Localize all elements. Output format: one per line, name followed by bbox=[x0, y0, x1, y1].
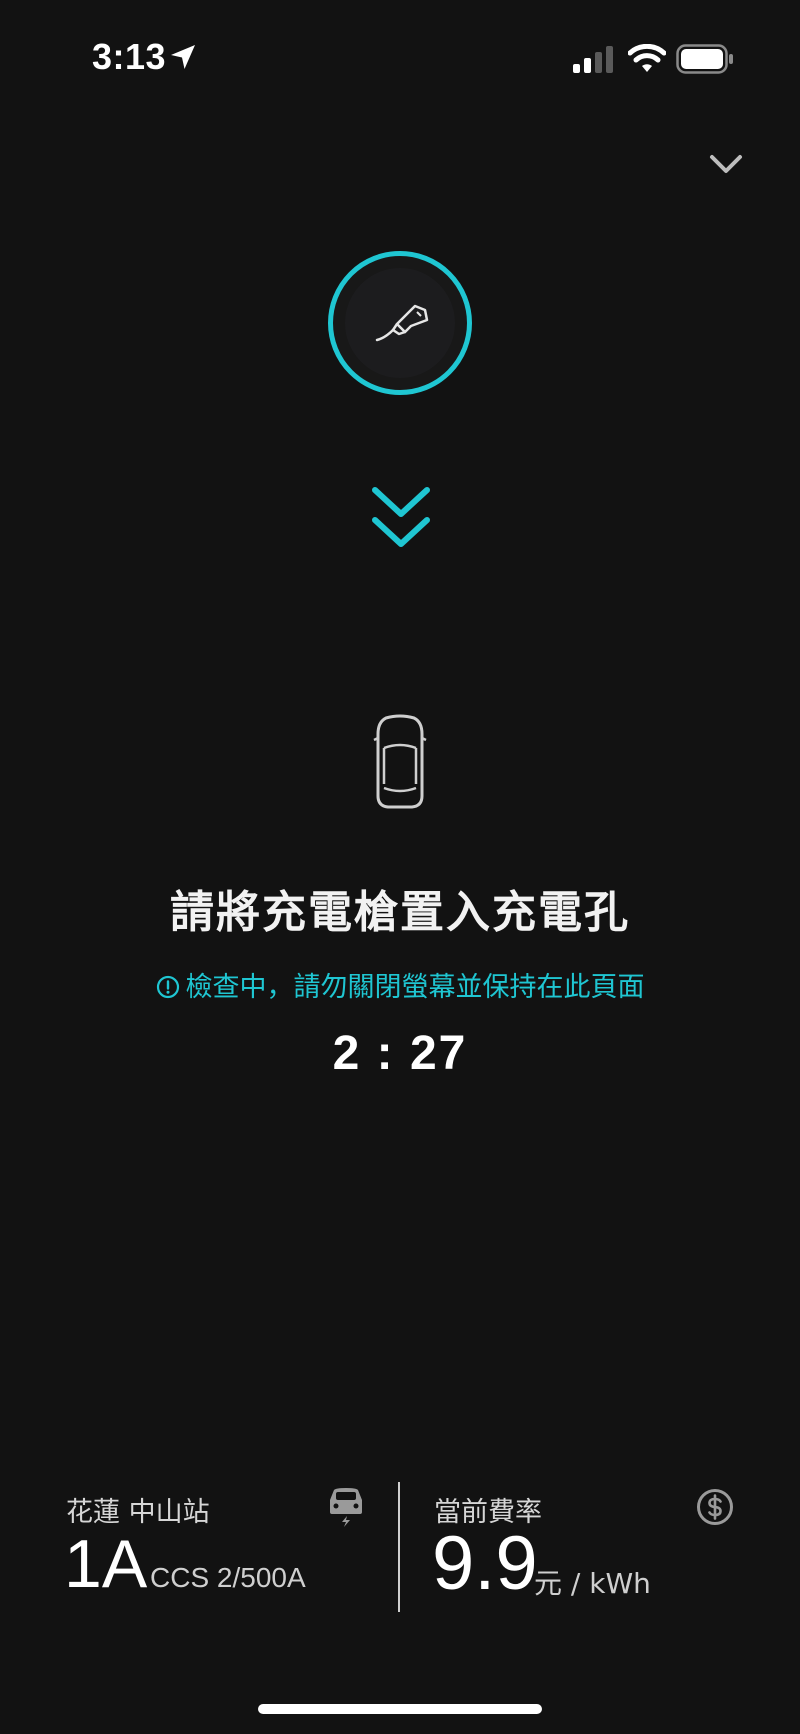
connector-number: 1A bbox=[64, 1526, 148, 1602]
status-hint: 檢查中，請勿關閉螢幕並保持在此頁面 bbox=[0, 965, 800, 1004]
alert-circle-icon bbox=[156, 975, 179, 998]
cellular-signal-icon bbox=[573, 46, 613, 73]
status-hint-text: 檢查中，請勿關閉螢幕並保持在此頁面 bbox=[185, 972, 645, 1003]
charging-plug-icon bbox=[375, 304, 429, 342]
instruction-title: 請將充電槍置入充電孔 bbox=[170, 887, 630, 938]
location-arrow-icon bbox=[171, 45, 195, 69]
car-top-view-icon bbox=[373, 714, 427, 809]
panel-divider bbox=[398, 1482, 400, 1612]
rate-unit: 元 / kWh bbox=[534, 1567, 651, 1600]
dollar-circle-icon bbox=[697, 1489, 733, 1525]
double-chevron-down-icon bbox=[372, 487, 430, 547]
charger-inner-circle bbox=[345, 268, 455, 378]
home-indicator[interactable] bbox=[258, 1704, 542, 1714]
ev-charger-station-icon bbox=[330, 1488, 362, 1527]
charger-status-ring bbox=[328, 251, 472, 395]
charging-info-panel: 花蓮 中山站 1A CCS 2/500A 當前費率 9.9 元 / kWh bbox=[0, 1470, 800, 1630]
station-name: 花蓮 中山站 bbox=[66, 1497, 210, 1528]
connector-spec: CCS 2/500A bbox=[150, 1562, 306, 1593]
battery-icon bbox=[676, 44, 733, 74]
status-time: 3:13 bbox=[92, 36, 167, 77]
status-bar: 3:13 bbox=[0, 0, 800, 120]
countdown-timer: 2 : 27 bbox=[332, 1027, 468, 1080]
chevron-down-icon[interactable] bbox=[708, 150, 744, 178]
rate-value: 9.9 bbox=[432, 1521, 538, 1606]
wifi-icon bbox=[628, 44, 666, 72]
